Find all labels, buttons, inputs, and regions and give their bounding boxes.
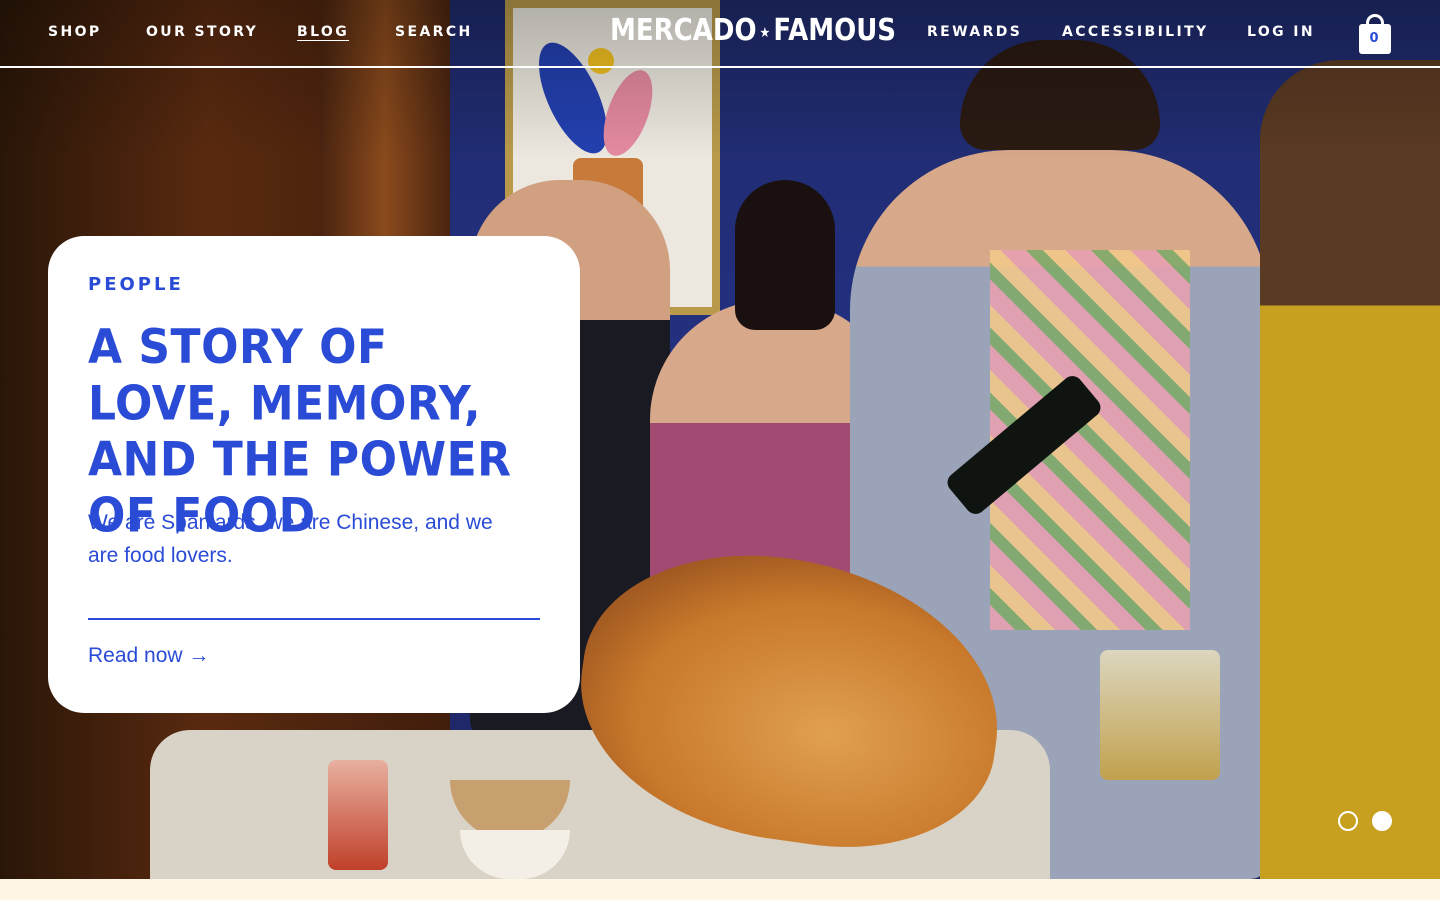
slider-dot-2-active[interactable] — [1372, 811, 1392, 831]
logo-word-2: FAMOUS — [773, 13, 897, 49]
slider-dot-1[interactable] — [1338, 811, 1358, 831]
site-logo[interactable]: MERCADO ★ FAMOUS — [610, 14, 896, 49]
logo-word-1: MERCADO — [610, 13, 757, 49]
story-category: PEOPLE — [88, 274, 184, 295]
nav-rewards[interactable]: REWARDS — [927, 24, 1022, 40]
nav-accessibility[interactable]: ACCESSIBILITY — [1062, 24, 1209, 40]
nav-shop[interactable]: SHOP — [48, 24, 102, 40]
next-section-strip — [0, 879, 1440, 900]
cart-button[interactable]: 0 — [1358, 14, 1392, 54]
featured-story-card: PEOPLE A STORY OF LOVE, MEMORY, AND THE … — [48, 236, 580, 713]
read-now-link[interactable]: Read now → — [88, 644, 209, 668]
card-divider — [88, 618, 540, 620]
nav-blog[interactable]: BLOG — [297, 24, 349, 40]
nav-our-story[interactable]: OUR STORY — [146, 24, 258, 40]
story-summary: We are Spaniards, we are Chinese, and we… — [88, 511, 493, 567]
nav-log-in[interactable]: LOG IN — [1247, 24, 1315, 40]
nav-search[interactable]: SEARCH — [395, 24, 473, 40]
star-icon: ★ — [759, 23, 771, 40]
cart-count: 0 — [1369, 31, 1379, 46]
site-header: SHOP OUR STORY BLOG SEARCH MERCADO ★ FAMOU… — [0, 0, 1440, 68]
